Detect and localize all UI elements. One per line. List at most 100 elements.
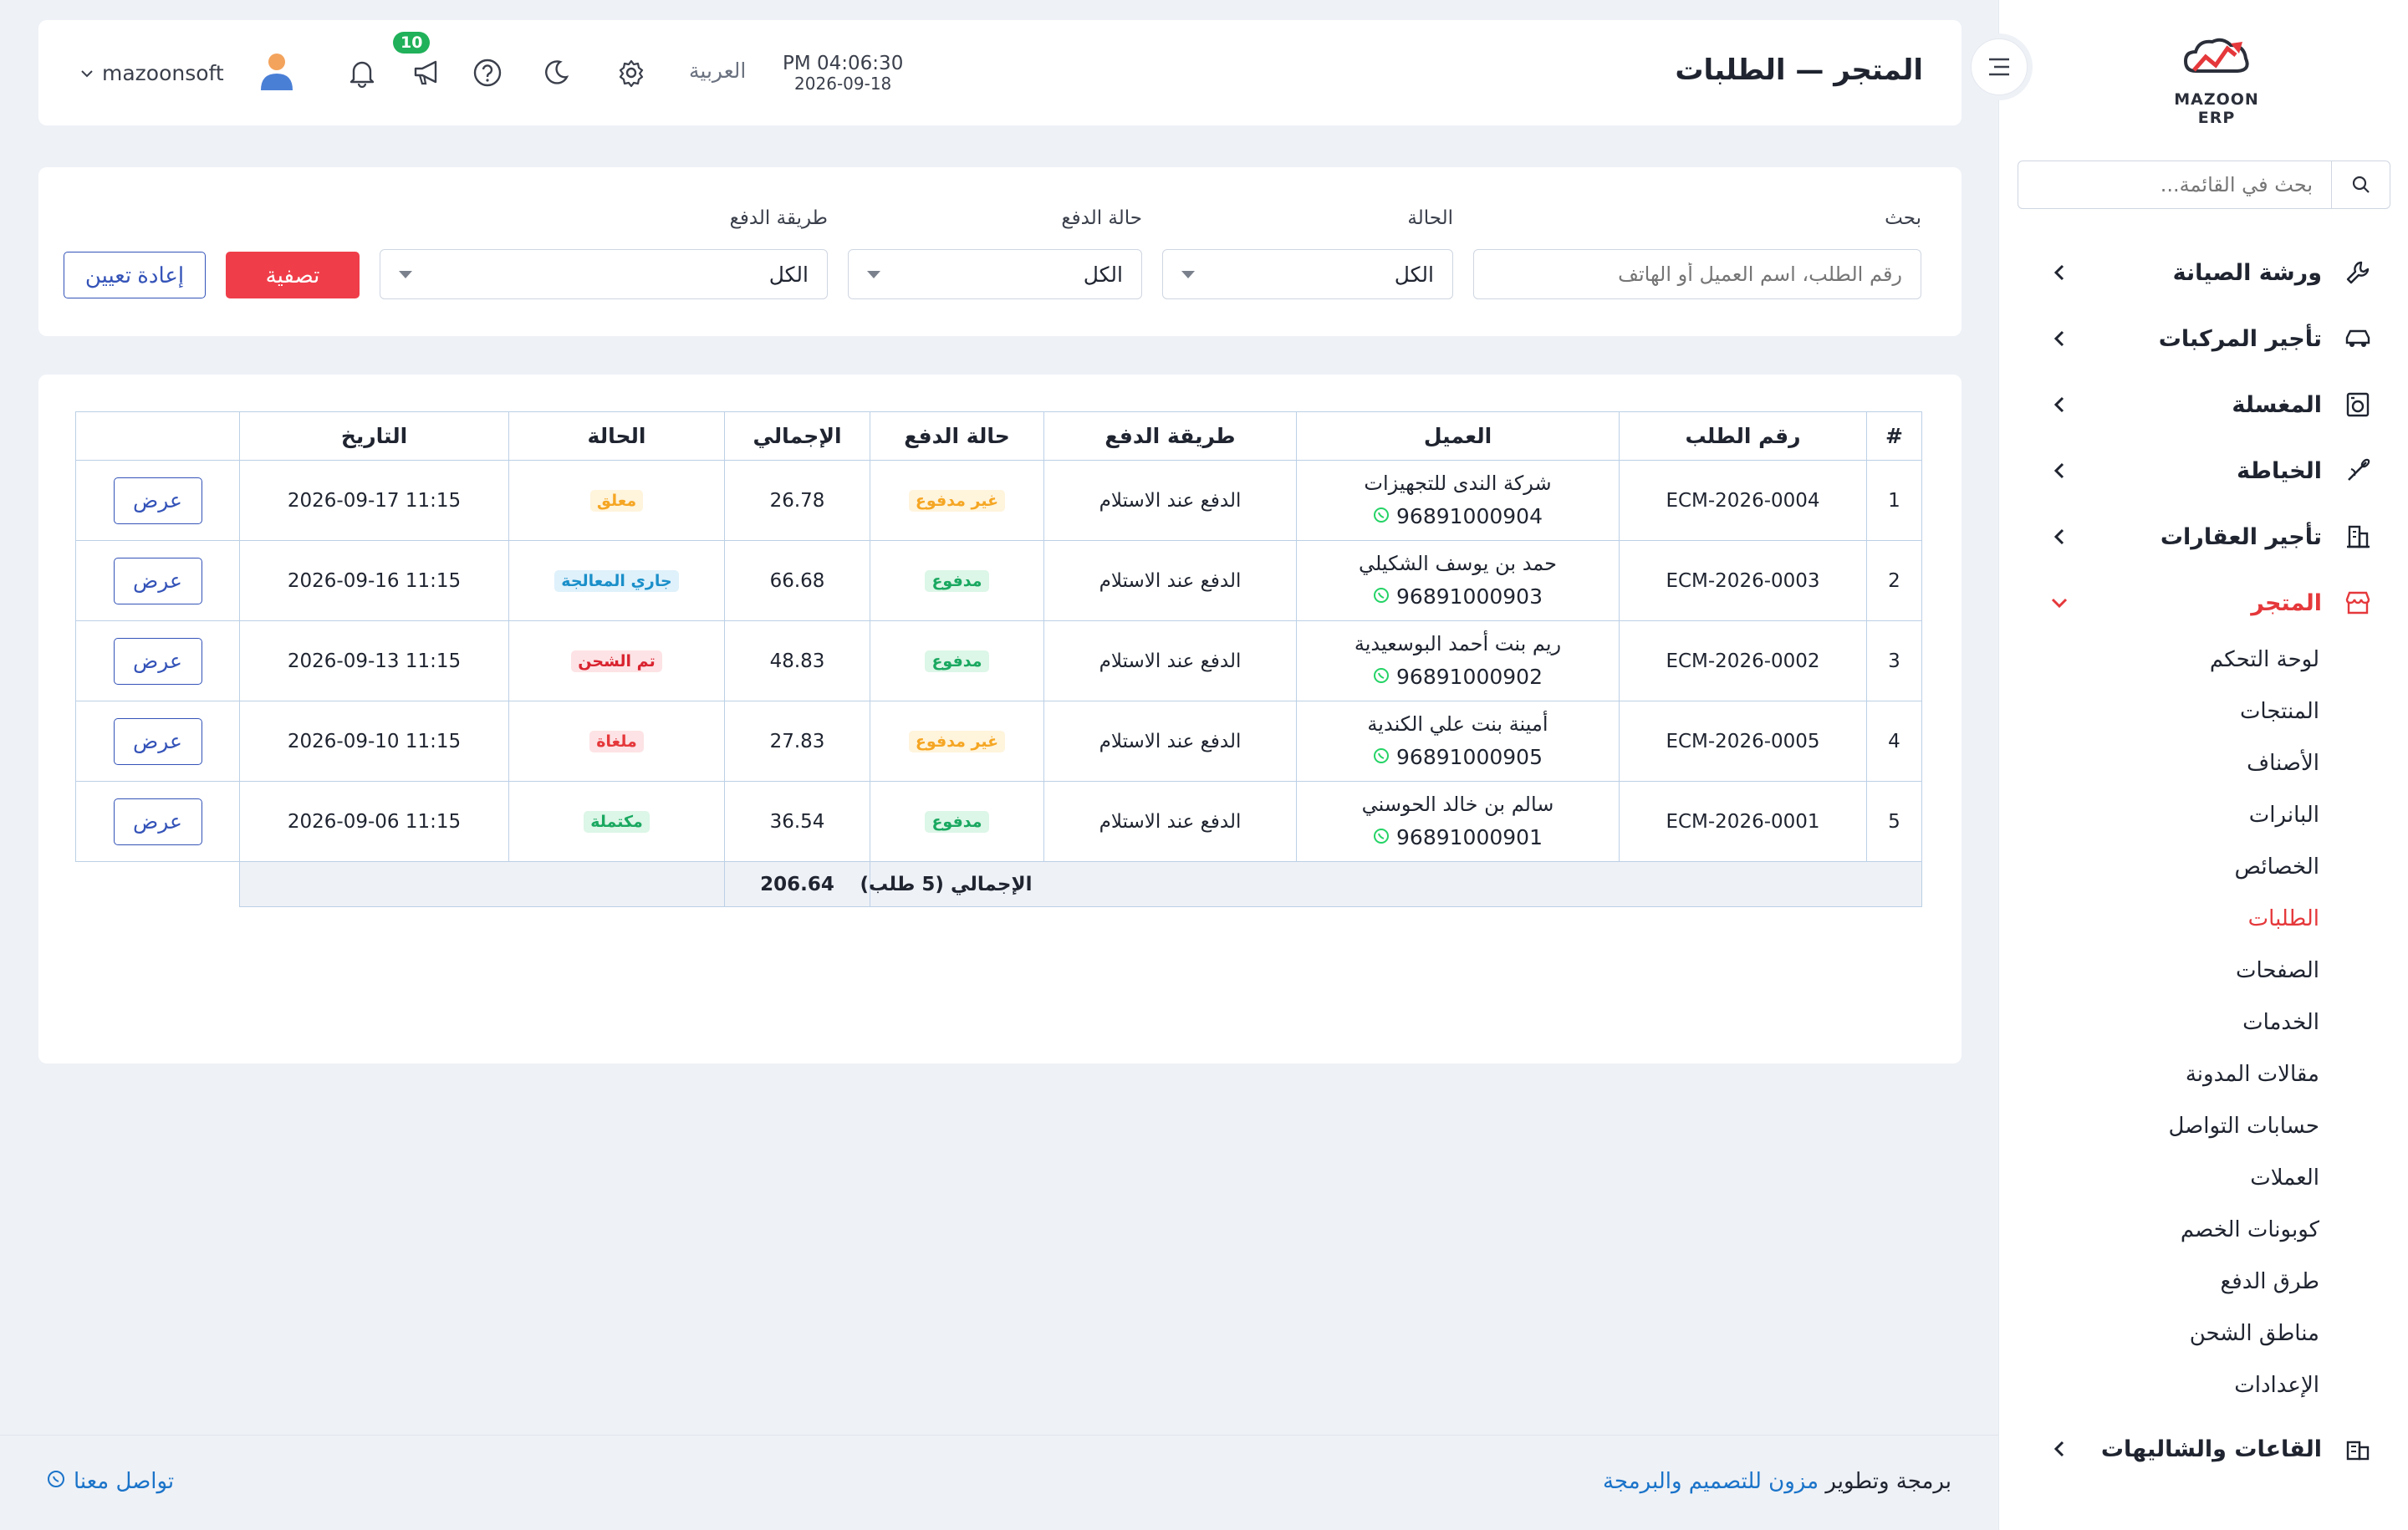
sidebar-subitem-social-accounts[interactable]: حسابات التواصل xyxy=(2168,1114,2319,1139)
view-order-button[interactable]: عرض xyxy=(113,637,202,685)
col-header-customer[interactable]: العميل xyxy=(1296,411,1620,461)
user-menu[interactable]: mazoonsoft xyxy=(80,54,296,92)
logo-text: MAZOON ERP xyxy=(2174,90,2259,127)
cell-customer: حمد بن يوسف الشكيلي 96891000903 xyxy=(1296,540,1620,621)
customer-phone: 96891000903 xyxy=(1396,584,1543,609)
cell-status: معلق xyxy=(508,460,725,541)
sidebar-subitem-orders[interactable]: الطلبات xyxy=(2248,906,2319,931)
sidebar-search-input[interactable] xyxy=(2018,161,2331,208)
sidebar-subitem-attributes[interactable]: الخصائص xyxy=(2235,854,2320,880)
payment-status-select[interactable]: الكل xyxy=(848,249,1142,299)
logo[interactable]: MAZOON ERP xyxy=(2154,33,2279,127)
customer-phone: 96891000902 xyxy=(1396,664,1543,689)
cell-order-number: ECM-2026-0005 xyxy=(1619,701,1867,782)
sidebar-item-tailoring[interactable]: الخياطة xyxy=(1999,441,2408,501)
page-title: المتجر — الطلبات xyxy=(1675,54,1923,87)
clock-time: PM 04:06:30 xyxy=(783,53,904,74)
chevron-down-icon xyxy=(2048,591,2071,615)
view-order-button[interactable]: عرض xyxy=(113,557,202,604)
sidebar-subitem-coupons[interactable]: كوبونات الخصم xyxy=(2181,1217,2319,1242)
sidebar-toggle-button[interactable] xyxy=(1971,38,2028,95)
table-row: 4 ECM-2026-0005 أمينة بنت علي الكندية 96… xyxy=(75,701,1922,782)
sidebar-search[interactable] xyxy=(2018,161,2390,209)
sidebar-subitem-pages[interactable]: الصفحات xyxy=(2236,958,2319,983)
help-icon[interactable] xyxy=(468,54,507,92)
customer-phone-link[interactable]: 96891000901 xyxy=(1373,821,1543,854)
cell-total: 27.83 xyxy=(724,701,870,782)
search-field[interactable] xyxy=(1473,249,1921,299)
customer-phone: 96891000904 xyxy=(1396,503,1543,528)
view-order-button[interactable]: عرض xyxy=(113,477,202,524)
payment-method-label: طريقة الدفع xyxy=(729,207,828,229)
view-order-button[interactable]: عرض xyxy=(113,798,202,845)
sidebar-subitem-services[interactable]: الخدمات xyxy=(2242,1010,2319,1035)
language-switch[interactable]: العربية xyxy=(689,59,746,83)
payment-status-badge: مدفوع xyxy=(925,650,989,672)
total-empty-actions xyxy=(75,861,240,907)
sidebar-subitem-shipping-zones[interactable]: مناطق الشحن xyxy=(2190,1321,2319,1346)
sidebar-item-vehicle-rental[interactable]: تأجير المركبات xyxy=(1999,309,2408,369)
payment-method-select[interactable]: الكل xyxy=(380,249,828,299)
sidebar-item-real-estate[interactable]: تأجير العقارات xyxy=(1999,507,2408,567)
settings-icon[interactable] xyxy=(612,54,650,92)
sidebar-subitem-products[interactable]: المنتجات xyxy=(2240,699,2319,724)
payment-method-select-value: الكل xyxy=(768,262,809,287)
sidebar-subitem-currencies[interactable]: العملات xyxy=(2250,1165,2319,1191)
sidebar-subitem-banners[interactable]: البانرات xyxy=(2249,803,2319,828)
cell-payment-method: الدفع عند الاستلام xyxy=(1043,781,1297,862)
sidebar-subitem-blog[interactable]: مقالات المدونة xyxy=(2186,1062,2319,1087)
customer-phone-link[interactable]: 96891000903 xyxy=(1373,580,1543,614)
view-order-button[interactable]: عرض xyxy=(113,717,202,765)
col-header-order-number[interactable]: رقم الطلب xyxy=(1619,411,1867,461)
whatsapp-icon xyxy=(1373,821,1390,854)
col-header-total[interactable]: الإجمالي xyxy=(724,411,870,461)
sidebar-item-halls[interactable]: القاعات والشاليهات xyxy=(1999,1419,2408,1479)
whatsapp-icon xyxy=(1373,660,1390,694)
payment-status-badge: غير مدفوع xyxy=(908,490,1006,512)
logo-icon xyxy=(2183,38,2249,73)
col-header-payment-status[interactable]: حالة الدفع xyxy=(870,411,1044,461)
dark-mode-icon[interactable] xyxy=(537,54,575,92)
col-header-payment-method[interactable]: طريقة الدفع xyxy=(1043,411,1297,461)
credit-link[interactable]: مزون للتصميم والبرمجة xyxy=(1603,1469,1819,1494)
sidebar-subitem-settings[interactable]: الإعدادات xyxy=(2234,1373,2319,1398)
sidebar-item-store[interactable]: المتجر xyxy=(1999,573,2408,633)
sidebar-item-label: تأجير المركبات xyxy=(2158,325,2322,352)
sidebar-item-laundry[interactable]: المغسلة xyxy=(1999,375,2408,435)
cell-customer: أمينة بنت علي الكندية 96891000905 xyxy=(1296,701,1620,782)
wrench-icon xyxy=(2342,257,2374,288)
col-header-actions xyxy=(75,411,240,461)
payment-status-badge: مدفوع xyxy=(925,570,989,592)
contact-us-label: تواصل معنا xyxy=(74,1469,175,1494)
payment-status-select-value: الكل xyxy=(1083,262,1123,287)
contact-us-link[interactable]: تواصل معنا xyxy=(47,1469,174,1494)
total-label-cell xyxy=(1043,861,1922,907)
customer-phone-link[interactable]: 96891000902 xyxy=(1373,660,1543,694)
col-header-status[interactable]: الحالة xyxy=(508,411,725,461)
sidebar-item-maintenance[interactable]: ورشة الصيانة xyxy=(1999,242,2408,303)
search-icon[interactable] xyxy=(2331,161,2390,208)
cell-index: 1 xyxy=(1866,460,1922,541)
customer-name: سالم بن خالد الحوسني xyxy=(1361,793,1554,817)
table-row: 5 ECM-2026-0001 سالم بن خالد الحوسني 968… xyxy=(75,781,1922,862)
customer-phone-link[interactable]: 96891000904 xyxy=(1373,500,1543,533)
cell-payment-status: مدفوع xyxy=(870,781,1044,862)
col-header-date[interactable]: التاريخ xyxy=(239,411,509,461)
customer-phone-link[interactable]: 96891000905 xyxy=(1373,741,1543,774)
sidebar-subitem-payment-methods[interactable]: طرق الدفع xyxy=(2220,1269,2319,1294)
status-select[interactable]: الكل xyxy=(1162,249,1453,299)
needle-icon xyxy=(2342,455,2374,487)
cell-order-number: ECM-2026-0002 xyxy=(1619,620,1867,701)
whatsapp-icon xyxy=(1373,741,1390,774)
bell-icon[interactable] xyxy=(343,54,381,92)
cell-payment-method: الدفع عند الاستلام xyxy=(1043,460,1297,541)
search-input[interactable] xyxy=(1474,250,1921,298)
sidebar-subitem-dashboard[interactable]: لوحة التحكم xyxy=(2210,647,2319,672)
table-header-row: # رقم الطلب العميل طريقة الدفع حالة الدف… xyxy=(75,411,1922,461)
announcement-icon[interactable] xyxy=(408,54,446,92)
filter-button[interactable]: تصفية xyxy=(226,252,360,298)
clock: PM 04:06:30 2026-09-18 xyxy=(783,53,904,93)
sidebar-subitem-categories[interactable]: الأصناف xyxy=(2247,751,2319,776)
reset-button[interactable]: إعادة تعيين xyxy=(64,252,206,298)
page-footer: برمجة وتطوير مزون للتصميم والبرمجة تواصل… xyxy=(0,1435,1998,1530)
